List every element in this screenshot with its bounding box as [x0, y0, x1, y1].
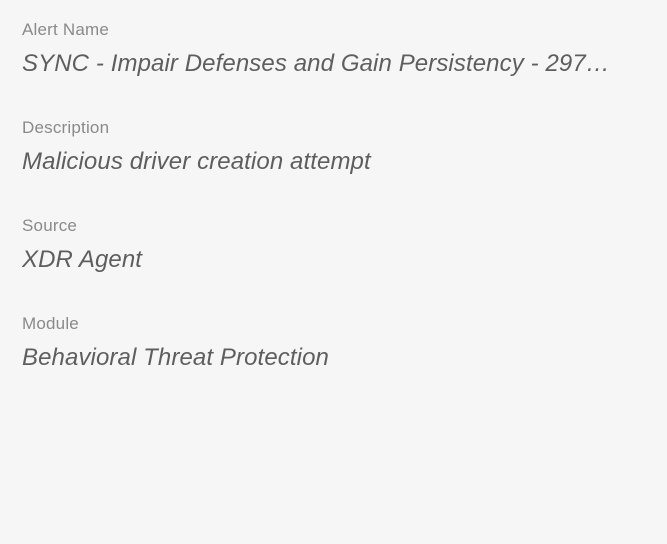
description-label: Description — [22, 118, 645, 138]
module-label: Module — [22, 314, 645, 334]
alert-name-field: Alert Name SYNC - Impair Defenses and Ga… — [22, 20, 645, 78]
description-field: Description Malicious driver creation at… — [22, 118, 645, 176]
source-field: Source XDR Agent — [22, 216, 645, 274]
source-value: XDR Agent — [22, 246, 645, 274]
description-value: Malicious driver creation attempt — [22, 148, 645, 176]
source-label: Source — [22, 216, 645, 236]
module-value: Behavioral Threat Protection — [22, 344, 645, 372]
alert-name-value: SYNC - Impair Defenses and Gain Persiste… — [22, 50, 645, 78]
alert-name-label: Alert Name — [22, 20, 645, 40]
module-field: Module Behavioral Threat Protection — [22, 314, 645, 372]
